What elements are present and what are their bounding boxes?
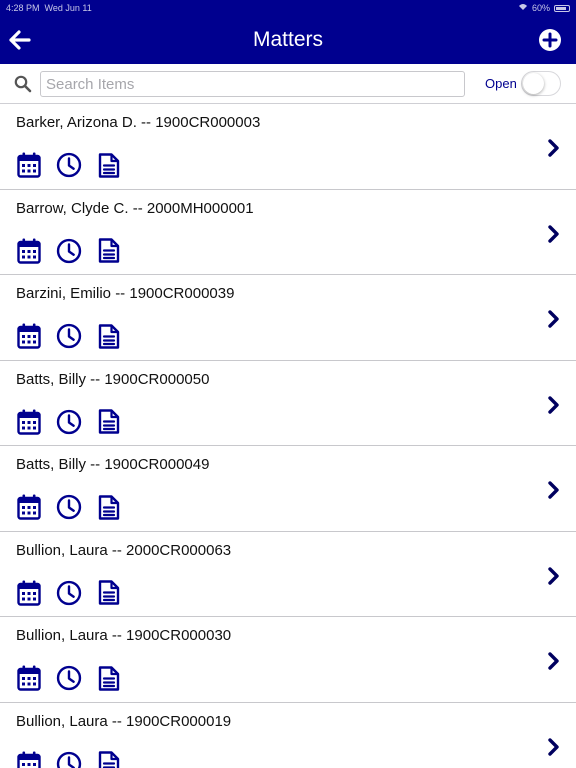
clock-icon bbox=[56, 751, 82, 768]
calendar-button[interactable] bbox=[16, 493, 42, 521]
chevron-right-icon bbox=[548, 566, 559, 585]
search-input[interactable] bbox=[40, 71, 465, 97]
matter-title: Barker, Arizona D. -- 1900CR000003 bbox=[16, 114, 261, 131]
chevron-right-icon bbox=[548, 737, 559, 756]
matter-row[interactable]: Batts, Billy -- 1900CR000049 bbox=[0, 446, 576, 532]
battery-icon bbox=[554, 4, 570, 12]
notes-button[interactable] bbox=[96, 664, 122, 692]
time-entry-button[interactable] bbox=[56, 322, 82, 350]
notes-button[interactable] bbox=[96, 493, 122, 521]
matter-row[interactable]: Bullion, Laura -- 2000CR000063 bbox=[0, 531, 576, 617]
matter-row[interactable]: Bullion, Laura -- 1900CR000030 bbox=[0, 617, 576, 703]
status-time: 4:28 PM Wed Jun 11 bbox=[6, 3, 92, 13]
status-bar: 4:28 PM Wed Jun 11 60% bbox=[0, 0, 576, 16]
matter-title: Batts, Billy -- 1900CR000049 bbox=[16, 456, 210, 473]
chevron-right-icon bbox=[548, 139, 559, 157]
calendar-button[interactable] bbox=[16, 151, 42, 179]
notes-button[interactable] bbox=[96, 237, 122, 265]
calendar-button[interactable] bbox=[16, 750, 42, 768]
notes-button[interactable] bbox=[96, 322, 122, 350]
matter-row[interactable]: Batts, Billy -- 1900CR000050 bbox=[0, 360, 576, 446]
matter-title: Bullion, Laura -- 1900CR000030 bbox=[16, 627, 232, 644]
document-icon bbox=[98, 580, 120, 605]
time-entry-button[interactable] bbox=[56, 493, 82, 521]
time-entry-button[interactable] bbox=[56, 237, 82, 265]
document-icon bbox=[98, 665, 120, 691]
chevron-right-icon bbox=[548, 395, 559, 414]
clock-icon bbox=[56, 152, 82, 178]
chevron-right-icon bbox=[548, 310, 559, 328]
wifi-icon bbox=[518, 3, 528, 13]
matter-row[interactable]: Bullion, Laura -- 1900CR000019 bbox=[0, 702, 576, 768]
calendar-button[interactable] bbox=[16, 579, 42, 607]
chevron-right-icon bbox=[548, 481, 559, 499]
matter-row[interactable]: Barker, Arizona D. -- 1900CR000003 bbox=[0, 104, 576, 190]
clock-icon bbox=[56, 580, 82, 605]
clock-icon bbox=[56, 238, 82, 263]
navigation-bar: Matters bbox=[0, 16, 576, 64]
matter-actions bbox=[16, 237, 122, 265]
matter-title: Bullion, Laura -- 2000CR000063 bbox=[16, 541, 232, 559]
calendar-icon bbox=[17, 580, 41, 606]
matter-row[interactable]: Barzini, Emilio -- 1900CR000039 bbox=[0, 275, 576, 361]
toggle-knob bbox=[523, 73, 544, 94]
time-entry-button[interactable] bbox=[56, 579, 82, 607]
matter-actions bbox=[16, 493, 122, 521]
matter-title: Barzini, Emilio -- 1900CR000039 bbox=[16, 285, 235, 302]
clock-icon bbox=[56, 494, 82, 520]
open-filter-toggle[interactable] bbox=[521, 71, 561, 96]
matters-list: Barker, Arizona D. -- 1900CR000003 Barro… bbox=[0, 104, 576, 768]
notes-button[interactable] bbox=[96, 750, 122, 768]
calendar-icon bbox=[17, 409, 41, 435]
plus-circle-icon bbox=[539, 29, 561, 51]
matter-actions bbox=[16, 408, 122, 436]
matter-row[interactable]: Barrow, Clyde C. -- 2000MH000001 bbox=[0, 189, 576, 275]
calendar-button[interactable] bbox=[16, 322, 42, 350]
calendar-button[interactable] bbox=[16, 664, 42, 692]
calendar-icon bbox=[17, 751, 41, 768]
document-icon bbox=[98, 152, 120, 178]
calendar-icon bbox=[17, 665, 41, 691]
calendar-icon bbox=[17, 238, 41, 264]
clock-icon bbox=[56, 323, 82, 349]
chevron-right-icon bbox=[548, 224, 559, 243]
matter-actions bbox=[16, 151, 122, 179]
matter-title: Barrow, Clyde C. -- 2000MH000001 bbox=[16, 199, 254, 217]
notes-button[interactable] bbox=[96, 579, 122, 607]
document-icon bbox=[98, 409, 120, 434]
time-entry-button[interactable] bbox=[56, 408, 82, 436]
matter-actions bbox=[16, 664, 122, 692]
document-icon bbox=[98, 494, 120, 520]
clock-icon bbox=[56, 665, 82, 691]
notes-button[interactable] bbox=[96, 408, 122, 436]
time-entry-button[interactable] bbox=[56, 151, 82, 179]
clock-icon bbox=[56, 409, 82, 434]
battery-percent: 60% bbox=[531, 3, 550, 13]
matter-title: Bullion, Laura -- 1900CR000019 bbox=[16, 712, 232, 730]
calendar-icon bbox=[17, 494, 41, 520]
search-bar: Open bbox=[0, 64, 576, 104]
status-indicators: 60% bbox=[518, 3, 570, 13]
calendar-icon bbox=[17, 323, 41, 349]
notes-button[interactable] bbox=[96, 151, 122, 179]
time-entry-button[interactable] bbox=[56, 664, 82, 692]
open-filter-label: Open bbox=[485, 76, 517, 91]
add-matter-button[interactable] bbox=[538, 28, 562, 52]
calendar-icon bbox=[17, 152, 41, 178]
document-icon bbox=[98, 238, 120, 263]
page-title: Matters bbox=[252, 28, 323, 51]
chevron-right-icon bbox=[548, 652, 559, 670]
calendar-button[interactable] bbox=[16, 237, 42, 265]
matter-actions bbox=[16, 579, 122, 607]
matter-title: Batts, Billy -- 1900CR000050 bbox=[16, 370, 210, 388]
matter-actions bbox=[16, 322, 122, 350]
time-entry-button[interactable] bbox=[56, 750, 82, 768]
calendar-button[interactable] bbox=[16, 408, 42, 436]
search-icon bbox=[14, 75, 32, 93]
matter-actions bbox=[16, 750, 122, 768]
document-icon bbox=[98, 323, 120, 349]
document-icon bbox=[98, 751, 120, 768]
